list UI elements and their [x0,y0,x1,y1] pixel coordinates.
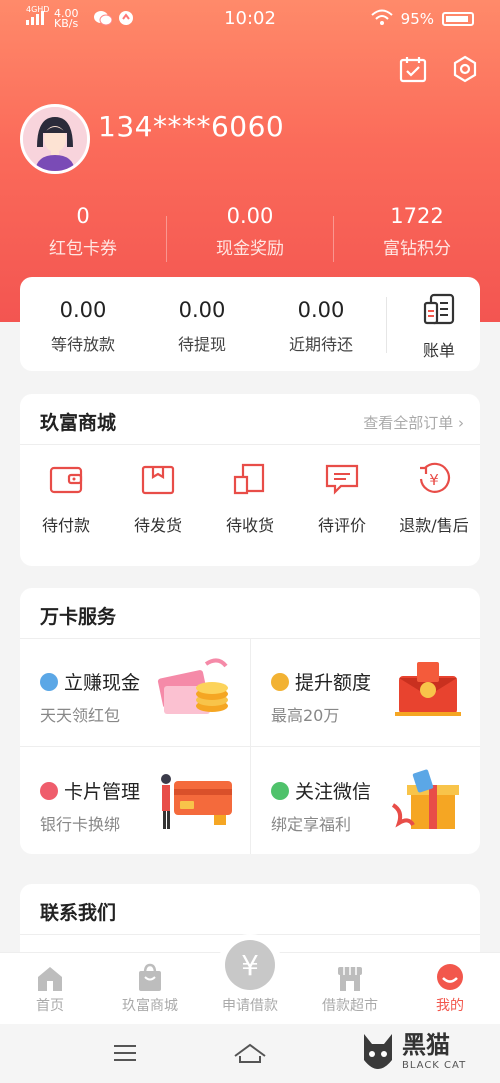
order-pending-review[interactable]: 待评价 [296,460,388,536]
bill-button[interactable]: 账单 [398,293,480,361]
battery-icon [442,12,474,26]
comment-icon [323,460,361,498]
coins-illustration [156,656,236,728]
tab-label: 我的 [436,998,464,1014]
boost-icon [271,672,289,691]
battery-percent: 95% [400,10,434,28]
red-envelope-illustration [387,656,467,728]
service-subtitle: 天天领红包 [40,706,121,725]
order-pending-payment[interactable]: 待付款 [20,460,112,536]
service-title: 关注微信 [295,781,372,803]
menu-icon[interactable] [105,1038,145,1068]
tab-home[interactable]: 首页 [0,959,100,1015]
order-pending-receipt[interactable]: 待收货 [204,460,296,536]
watermark-subtext: BLACK CAT [402,1060,467,1071]
black-cat-watermark: 黑猫 BLACK CAT [360,1030,490,1080]
tab-label: 借款超市 [322,998,378,1014]
loan-label: 近期待还 [288,335,353,354]
receive-icon [231,460,269,498]
wallet-icon [47,460,85,498]
order-label: 待发货 [133,516,182,535]
service-follow-wechat[interactable]: 关注微信 绑定享福利 [251,747,481,855]
divider [20,444,480,445]
wechat-icon [271,781,289,800]
tab-loan-market[interactable]: 借款超市 [300,959,400,1015]
gift-icon [40,672,58,691]
loan-summary-card: 0.00 等待放款 0.00 待提现 0.00 近期待还 账单 [20,277,480,371]
view-all-orders-link[interactable]: 查看全部订单 › [363,412,464,433]
stats-row: 0 红包卡券 0.00 现金奖励 1722 富钻积分 [0,200,500,270]
tab-shop[interactable]: 玖富商城 [100,959,200,1015]
loan-value: 0.00 [59,298,107,322]
home-icon [0,959,100,991]
loan-pending-withdrawal[interactable]: 0.00 待提现 [147,295,257,355]
order-pending-shipment[interactable]: 待发货 [112,460,204,536]
stat-label: 红包卡券 [49,239,117,259]
stat-label: 现金奖励 [216,239,284,259]
service-subtitle: 绑定享福利 [271,815,352,834]
tab-mine[interactable]: 我的 [400,959,500,1015]
gift-box-illustration [387,765,467,837]
home-nav-icon[interactable] [230,1038,270,1068]
status-bar: 4GHD 4.00 KB/s 10:02 95% [0,0,500,38]
loan-label: 等待放款 [50,335,115,354]
bag-icon [100,959,200,991]
stat-coupons[interactable]: 0 红包卡券 [0,200,166,266]
loan-value: 0.00 [178,298,226,322]
user-phone: 134****6060 [98,110,285,143]
bank-card-illustration [156,765,236,837]
loan-label: 待提现 [177,335,226,354]
order-label: 退款/售后 [399,516,469,535]
stat-value: 1722 [390,204,444,228]
service-boost-limit[interactable]: 提升额度 最高20万 [251,638,481,746]
order-label: 待付款 [41,516,90,535]
service-earn-cash[interactable]: 立赚现金 天天领红包 [20,638,250,746]
stat-points[interactable]: 1722 富钻积分 [334,200,500,266]
section-title: 联系我们 [40,902,117,924]
profile-icon [400,959,500,991]
store-icon [300,959,400,991]
stat-label: 富钻积分 [383,239,451,259]
stat-value: 0.00 [226,204,274,228]
tab-label: 玖富商城 [122,998,178,1014]
service-subtitle: 银行卡换绑 [40,815,121,834]
section-title: 玖富商城 [40,412,117,434]
loan-pending-disbursement[interactable]: 0.00 等待放款 [28,295,138,355]
loan-value: 0.00 [297,298,345,322]
service-title: 卡片管理 [64,781,141,803]
order-refund-aftersale[interactable]: ¥ 退款/售后 [388,460,480,536]
package-icon [139,460,177,498]
tab-label: 首页 [36,998,64,1014]
refund-icon: ¥ [415,460,453,498]
watermark-text: 黑猫 [402,1031,450,1059]
divider [386,297,387,353]
order-label: 待评价 [317,516,366,535]
loan-upcoming-repayment[interactable]: 0.00 近期待还 [266,295,376,355]
tab-label: 申请借款 [222,998,278,1014]
calendar-checkin-icon[interactable] [398,54,428,84]
section-title: 万卡服务 [40,606,117,628]
settings-icon[interactable] [450,54,480,84]
service-title: 提升额度 [295,672,372,694]
yen-icon[interactable]: ¥ [225,940,275,990]
card-icon [40,781,58,800]
wifi-icon [370,9,393,29]
service-title: 立赚现金 [64,672,141,694]
cat-logo-icon [360,1030,396,1078]
service-subtitle: 最高20万 [271,706,340,725]
stat-cash-reward[interactable]: 0.00 现金奖励 [167,200,333,266]
services-card: 万卡服务 立赚现金 天天领红包 提升额度 最高20万 卡片管理 银行卡换绑 关注… [20,588,480,854]
service-card-manage[interactable]: 卡片管理 银行卡换绑 [20,747,250,855]
bill-label: 账单 [422,341,455,360]
order-label: 待收货 [225,516,274,535]
avatar[interactable] [20,104,90,174]
chevron-right-icon: › [458,414,464,432]
shop-orders-card: 玖富商城 查看全部订单 › 待付款 待发货 待收货 待评价 ¥ 退款/售后 [20,394,480,566]
bill-icon [398,293,480,331]
stat-value: 0 [76,204,90,228]
svg-text:¥: ¥ [429,471,439,489]
